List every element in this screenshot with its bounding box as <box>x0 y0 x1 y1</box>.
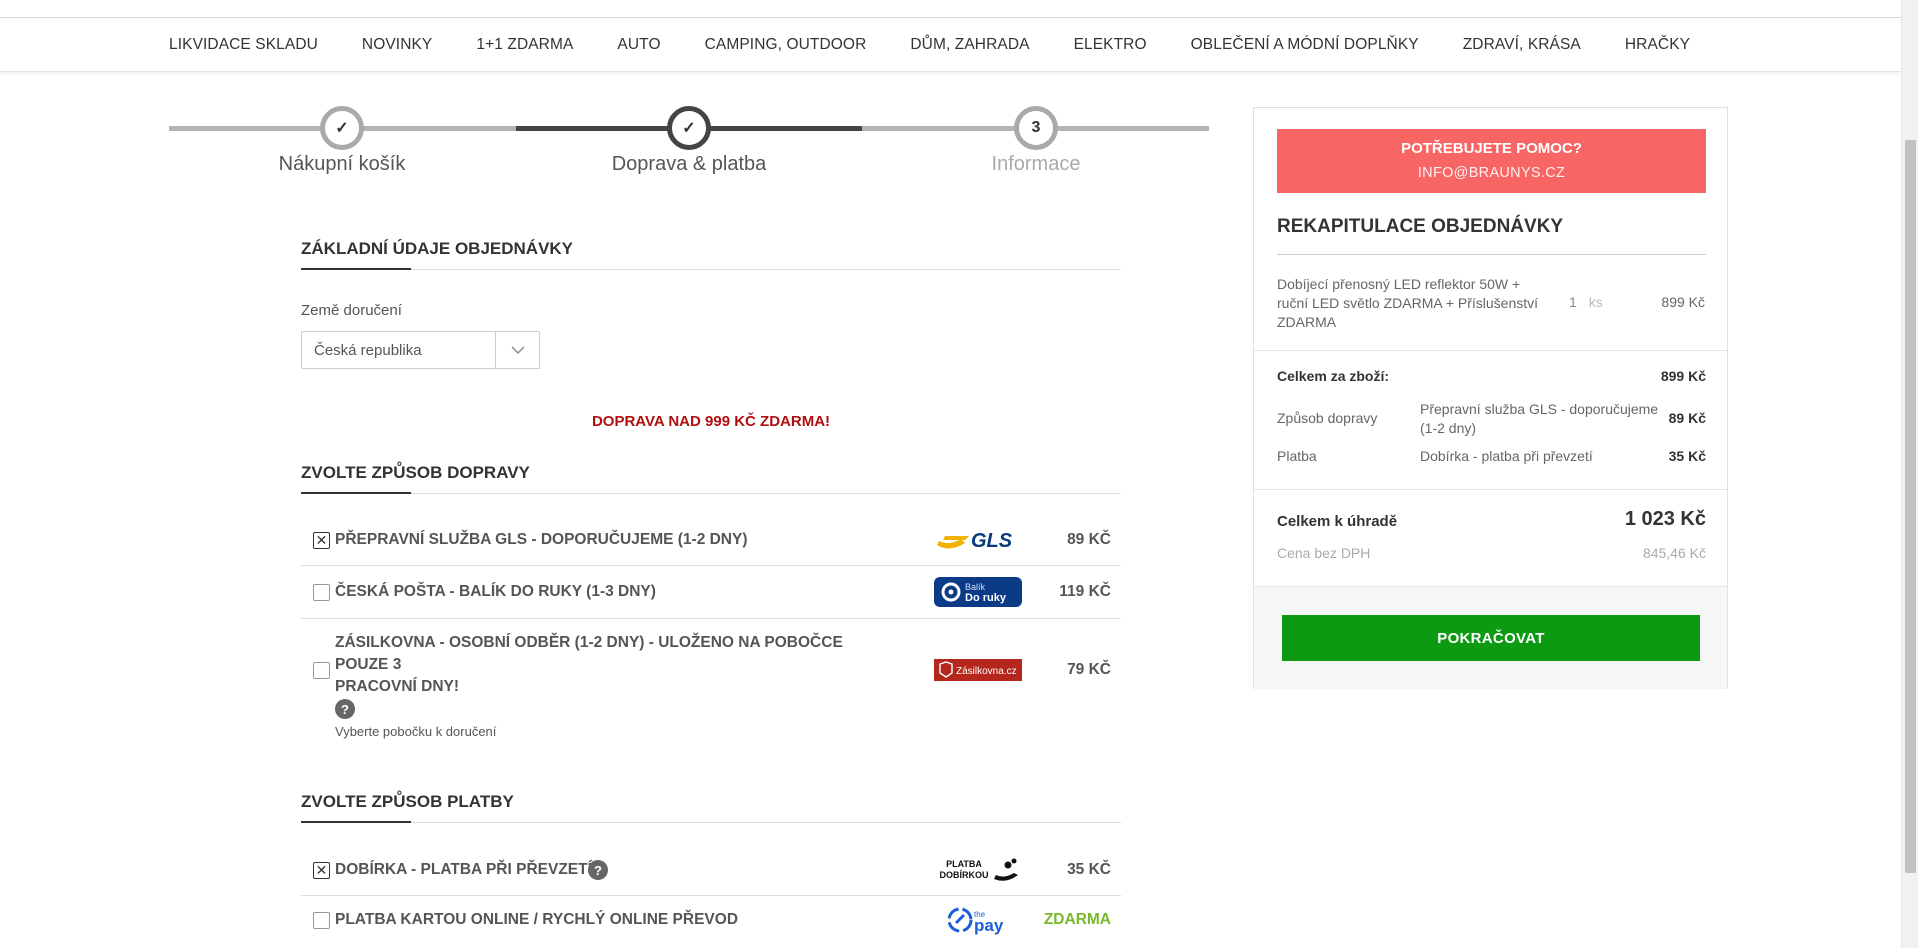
country-label: Země doručení <box>301 302 402 319</box>
select-branch-link[interactable]: Vyberte pobočku k doručení <box>335 724 895 739</box>
country-select-value: Česká republika <box>314 341 422 359</box>
summary-item-price: 899 Kč <box>1661 294 1705 310</box>
summary-shipping-label: Způsob dopravy <box>1277 410 1378 426</box>
shipping-zasilkovna-price: 79 KČ <box>1067 661 1111 678</box>
nav-item-auto[interactable]: AUTO <box>617 36 660 54</box>
shipping-option-ceska-posta[interactable]: ČESKÁ POŠTA - BALÍK DO RUKY (1-3 DNY) Ba… <box>301 566 1121 619</box>
nav-item-likvidace-skladu[interactable]: LIKVIDACE SKLADU <box>169 36 318 54</box>
summary-total: 1 023 Kč <box>1624 508 1706 530</box>
shipping-section: ZVOLTE ZPŮSOB DOPRAVY <box>301 463 1121 494</box>
gls-logo-text: GLS <box>971 530 1013 552</box>
step-2-check-icon[interactable]: ✓ <box>667 106 711 150</box>
thepay-logo: the pay <box>934 905 1022 935</box>
step-1-label[interactable]: Nákupní košík <box>232 153 452 176</box>
shipping-posta-checkbox[interactable] <box>313 583 330 601</box>
summary-item-qty-value: 1 <box>1569 294 1577 310</box>
shipping-zasilkovna-text: ZÁSILKOVNA - OSOBNÍ ODBĚR (1-2 DNY) - UL… <box>335 632 895 739</box>
scrollbar-thumb[interactable] <box>1905 140 1916 873</box>
thepay-logo-line2: pay <box>974 916 1004 935</box>
payment-dobirka-price: 35 KČ <box>1067 861 1111 878</box>
summary-item-unit: ks <box>1588 294 1603 310</box>
shipping-posta-price: 119 KČ <box>1059 583 1111 600</box>
summary-title: REKAPITULACE OBJEDNÁVKY <box>1277 216 1706 255</box>
summary-goods-total-row: Celkem za zboží: 899 Kč <box>1277 368 1706 384</box>
summary-payment-value: Dobírka - platba při převzetí <box>1420 448 1593 464</box>
nav-item-1plus1-zdarma[interactable]: 1+1 ZDARMA <box>476 36 573 54</box>
summary-total-label: Celkem k úhradě <box>1277 513 1398 530</box>
balik-logo-line1: Balík <box>965 582 986 592</box>
nav-item-novinky[interactable]: NOVINKY <box>362 36 432 54</box>
nav-item-elektro[interactable]: ELEKTRO <box>1074 36 1147 54</box>
step-1-check-icon[interactable]: ✓ <box>320 106 364 150</box>
summary-divider-2 <box>1254 489 1727 490</box>
summary-payment-price: 35 Kč <box>1668 448 1706 464</box>
summary-item-qty: 1 ks <box>1569 294 1603 310</box>
step-3-number: 3 <box>1014 106 1058 150</box>
shipping-option-zasilkovna[interactable]: ZÁSILKOVNA - OSOBNÍ ODBĚR (1-2 DNY) - UL… <box>301 619 1121 739</box>
step-2-label: Doprava & platba <box>611 153 767 175</box>
summary-no-vat: 845,46 Kč <box>1642 545 1706 561</box>
summary-shipping-value: Přepravní služba GLS - doporučujeme (1-2… <box>1420 401 1659 436</box>
chevron-down-icon <box>495 332 539 368</box>
shipping-option-gls[interactable]: ✕ PŘEPRAVNÍ SLUŽBA GLS - DOPORUČUJEME (1… <box>301 515 1121 566</box>
nav-item-obleceni[interactable]: OBLEČENÍ A MÓDNÍ DOPLŇKY <box>1191 36 1419 54</box>
summary-total-row: Celkem k úhradě 1 023 Kč <box>1277 508 1706 530</box>
zasilkovna-logo: Zásilkovna.cz <box>934 659 1022 681</box>
dobirka-logo-line2: DOBÍRKOU <box>940 870 989 880</box>
shipping-gls-price: 89 KČ <box>1067 531 1111 548</box>
shipping-posta-label: ČESKÁ POŠTA - BALÍK DO RUKY (1-3 DNY) <box>335 583 656 600</box>
help-box[interactable]: POTŘEBUJETE POMOC? INFO@BRAUNYS.CZ <box>1277 129 1706 193</box>
shipping-zasilkovna-label-1: ZÁSILKOVNA - OSOBNÍ ODBĚR (1-2 DNY) - UL… <box>335 634 843 673</box>
free-shipping-note: DOPRAVA NAD 999 KČ ZDARMA! <box>591 413 831 430</box>
category-nav: LIKVIDACE SKLADU NOVINKY 1+1 ZDARMA AUTO… <box>0 18 1901 72</box>
help-icon[interactable]: ? <box>588 860 608 880</box>
platba-dobirkou-logo: PLATBA DOBÍRKOU <box>934 855 1022 885</box>
payment-title: ZVOLTE ZPŮSOB PLATBY <box>301 792 1121 823</box>
help-title: POTŘEBUJETE POMOC? <box>1401 140 1582 157</box>
payment-section: ZVOLTE ZPŮSOB PLATBY <box>301 792 1121 823</box>
page-scrollbar[interactable] <box>1901 0 1918 948</box>
summary-item-name: Dobíjecí přenosný LED reflektor 50W + ru… <box>1277 276 1539 330</box>
summary-payment-label: Platba <box>1277 448 1317 464</box>
country-select[interactable]: Česká republika <box>301 331 540 369</box>
basic-info-title: ZÁKLADNÍ ÚDAJE OBJEDNÁVKY <box>301 239 1121 270</box>
gls-logo: GLS <box>934 525 1022 555</box>
payment-option-card[interactable]: PLATBA KARTOU ONLINE / RYCHLÝ ONLINE PŘE… <box>301 896 1121 944</box>
payment-card-checkbox[interactable] <box>313 911 330 929</box>
shipping-gls-label: PŘEPRAVNÍ SLUŽBA GLS - DOPORUČUJEME (1-2… <box>335 531 748 548</box>
summary-goods-total: 899 Kč <box>1660 368 1706 384</box>
zasilkovna-logo-text: Zásilkovna.cz <box>956 666 1017 677</box>
payment-card-label: PLATBA KARTOU ONLINE / RYCHLÝ ONLINE PŘE… <box>335 911 739 928</box>
nav-item-hracky[interactable]: HRAČKY <box>1625 36 1690 54</box>
summary-action-area: POKRAČOVAT <box>1254 586 1727 689</box>
help-icon[interactable]: ? <box>335 699 355 719</box>
step-3-label: Informace <box>991 153 1081 175</box>
help-email-link[interactable]: INFO@BRAUNYS.CZ <box>1277 165 1706 181</box>
payment-dobirka-label: DOBÍRKA - PLATBA PŘI PŘEVZETÍ <box>335 861 592 878</box>
summary-goods-total-label: Celkem za zboží: <box>1277 368 1390 384</box>
summary-shipping-price: 89 Kč <box>1668 410 1706 426</box>
summary-no-vat-label: Cena bez DPH <box>1277 545 1371 561</box>
shipping-title: ZVOLTE ZPŮSOB DOPRAVY <box>301 463 1121 494</box>
top-strip <box>0 0 1901 18</box>
shipping-zasilkovna-checkbox[interactable] <box>313 661 330 679</box>
nav-item-zdravi-krasa[interactable]: ZDRAVÍ, KRÁSA <box>1463 36 1581 54</box>
balik-do-ruky-logo: Balík Do ruky <box>934 577 1022 607</box>
continue-button[interactable]: POKRAČOVAT <box>1282 615 1700 661</box>
summary-no-vat-row: Cena bez DPH 845,46 Kč <box>1277 545 1706 561</box>
balik-logo-line2: Do ruky <box>965 592 1007 604</box>
nav-item-dum-zahrada[interactable]: DŮM, ZAHRADA <box>910 36 1029 54</box>
dobirka-logo-line1: PLATBA <box>946 859 982 869</box>
payment-dobirka-checkbox[interactable]: ✕ <box>313 861 330 879</box>
shipping-gls-checkbox[interactable]: ✕ <box>313 531 330 549</box>
order-summary: POTŘEBUJETE POMOC? INFO@BRAUNYS.CZ REKAP… <box>1253 107 1728 689</box>
payment-option-dobirka[interactable]: ✕ DOBÍRKA - PLATBA PŘI PŘEVZETÍ ? PLATBA… <box>301 845 1121 896</box>
shipping-zasilkovna-label-2: PRACOVNÍ DNY! <box>335 678 460 695</box>
checkout-steps: ✓ ✓ 3 Nákupní košík Doprava & platba Inf… <box>169 105 1209 185</box>
summary-divider-1 <box>1254 350 1727 351</box>
basic-info-section: ZÁKLADNÍ ÚDAJE OBJEDNÁVKY <box>301 239 1121 270</box>
payment-card-price: ZDARMA <box>1043 911 1111 928</box>
nav-item-camping-outdoor[interactable]: CAMPING, OUTDOOR <box>705 36 867 54</box>
